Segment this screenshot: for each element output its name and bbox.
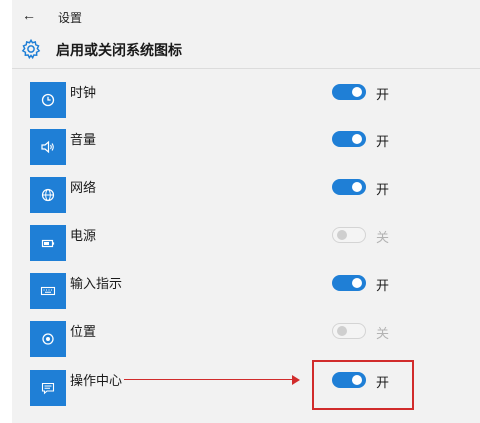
app-title: 设置 — [58, 11, 83, 25]
globe-icon — [30, 177, 66, 213]
toggle-knob — [352, 182, 362, 192]
list-item-volume: 音量 开 — [30, 129, 430, 165]
item-label: 位置 — [70, 324, 97, 339]
annotation-arrow-head — [292, 375, 300, 385]
toggle-knob — [352, 278, 362, 288]
item-label: 网络 — [70, 180, 97, 195]
list-item-network: 网络 开 — [30, 177, 430, 213]
page-header: 启用或关闭系统图标 — [12, 30, 480, 68]
toggle-knob — [352, 87, 362, 97]
item-label: 电源 — [70, 228, 97, 243]
location-toggle[interactable] — [332, 323, 366, 339]
toggle-state: 开 — [376, 134, 390, 149]
item-label: 操作中心 — [70, 373, 123, 388]
location-icon — [30, 321, 66, 357]
keyboard-icon — [30, 273, 66, 309]
list-item-input-indicator: 输入指示 开 — [30, 273, 430, 309]
item-label: 时钟 — [70, 85, 97, 100]
input-indicator-toggle[interactable] — [332, 275, 366, 291]
power-toggle[interactable] — [332, 227, 366, 243]
title-bar: ← 设置 — [12, 0, 480, 30]
toggle-state: 开 — [376, 87, 390, 102]
toggle-knob — [337, 326, 347, 336]
list-item-power: 电源 关 — [30, 225, 430, 261]
page-title: 启用或关闭系统图标 — [56, 42, 182, 58]
list-item-clock: 时钟 开 — [30, 82, 430, 118]
toggle-state: 关 — [376, 230, 390, 245]
volume-toggle[interactable] — [332, 131, 366, 147]
header-divider — [12, 68, 480, 69]
toggle-knob — [337, 230, 347, 240]
network-toggle[interactable] — [332, 179, 366, 195]
battery-icon — [30, 225, 66, 261]
back-arrow-icon[interactable]: ← — [22, 7, 38, 23]
toggle-state: 开 — [376, 278, 390, 293]
gear-icon — [21, 38, 41, 60]
action-center-icon — [30, 370, 66, 406]
annotation-highlight-box — [312, 360, 414, 410]
toggle-state: 关 — [376, 326, 390, 341]
clock-icon — [30, 82, 66, 118]
toggle-state: 开 — [376, 182, 390, 197]
item-label: 音量 — [70, 132, 97, 147]
clock-toggle[interactable] — [332, 84, 366, 100]
list-item-location: 位置 关 — [30, 321, 430, 357]
annotation-arrow — [124, 379, 294, 380]
item-label: 输入指示 — [70, 276, 123, 291]
toggle-knob — [352, 134, 362, 144]
volume-icon — [30, 129, 66, 165]
